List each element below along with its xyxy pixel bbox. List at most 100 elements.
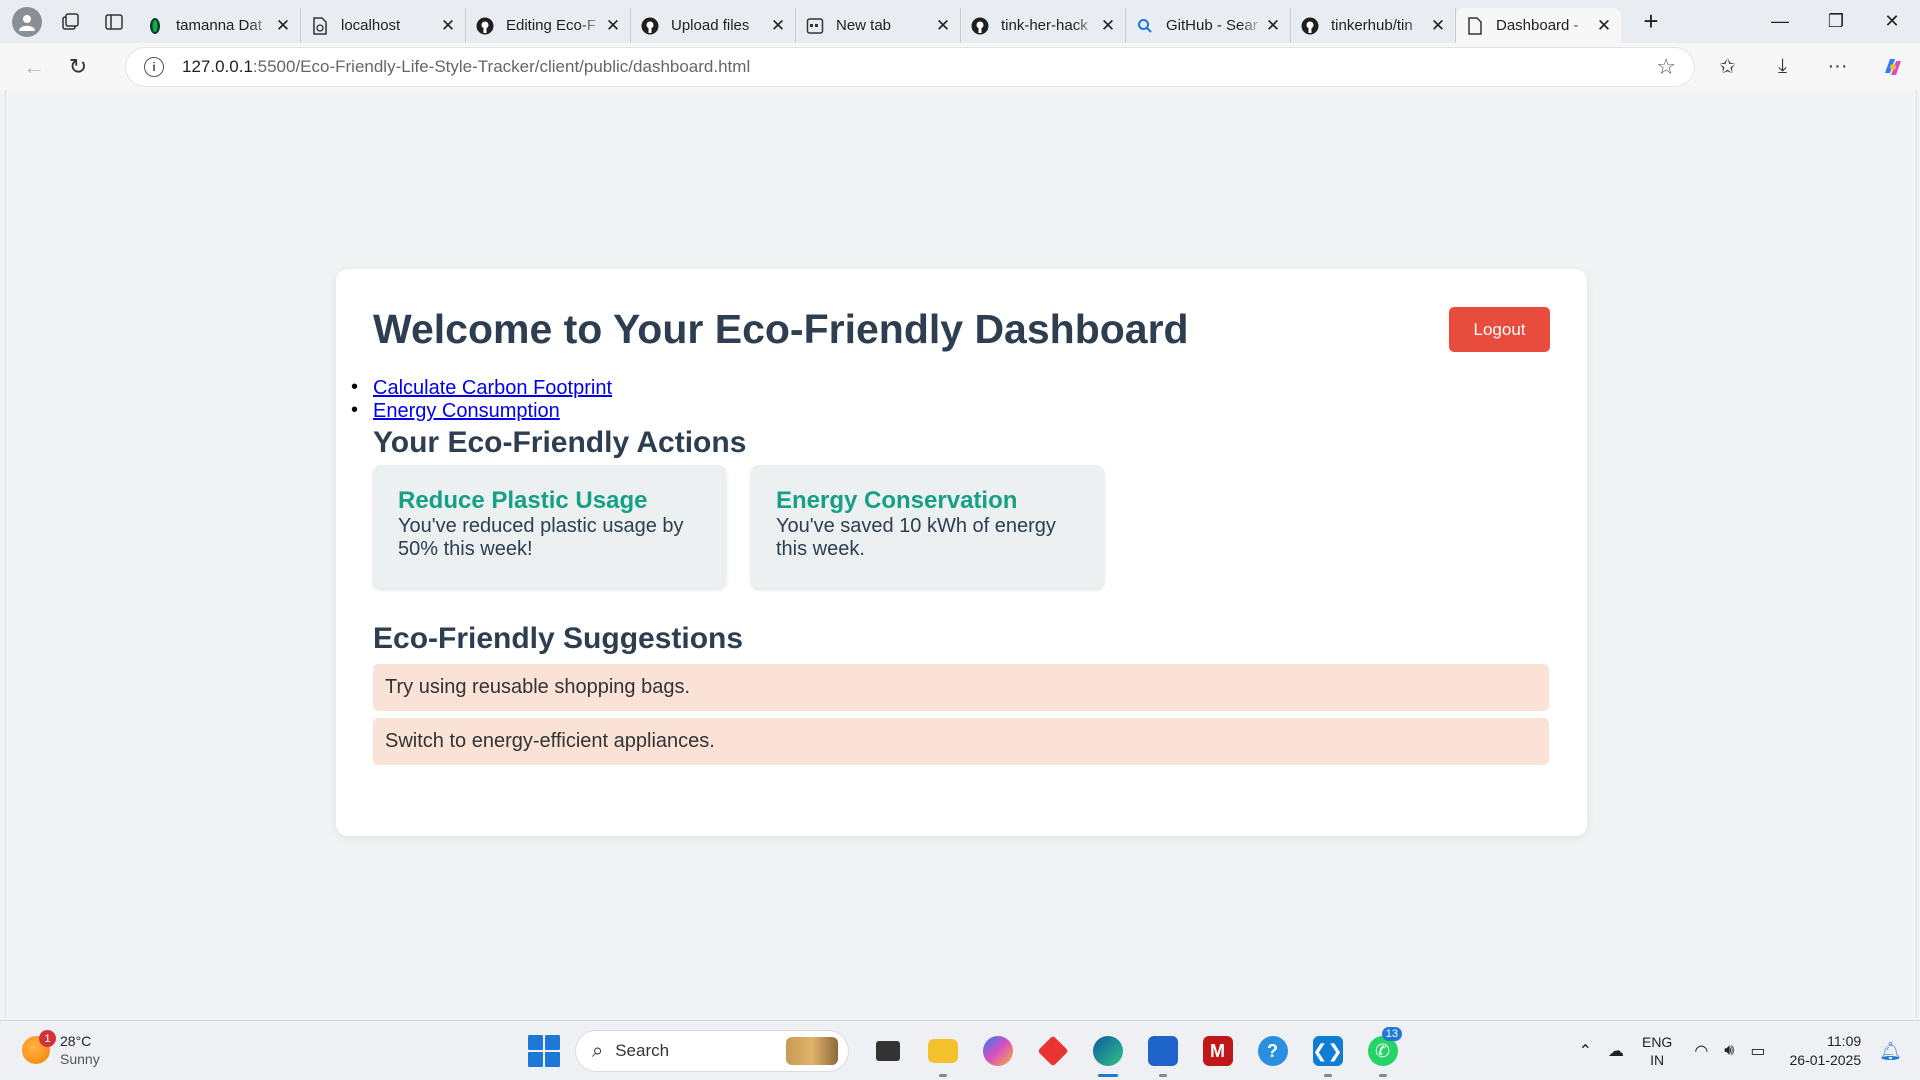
tab-localhost[interactable]: localhost ✕ (301, 8, 466, 43)
close-window-icon[interactable]: ✕ (1864, 0, 1920, 43)
tab-title: GitHub - Sear (1166, 17, 1258, 34)
tab-title: tinkerhub/tin (1331, 17, 1413, 34)
tab-title: Editing Eco-F (506, 17, 597, 34)
tab-title: localhost (341, 17, 401, 34)
toolbar-right: ✩ ⤓ ··· (1700, 43, 1920, 90)
task-view-icon[interactable] (860, 1031, 915, 1071)
browser-toolbar: ← ↻ i 127.0.0.1:5500/Eco-Friendly-Life-S… (0, 43, 1920, 90)
tab-tink-her-hack[interactable]: tink-her-hack ✕ (961, 8, 1126, 43)
favorite-star-icon[interactable]: ☆ (1656, 54, 1676, 80)
copilot-app-icon[interactable] (970, 1031, 1025, 1071)
energy-consumption-link[interactable]: Energy Consumption (373, 400, 560, 422)
microsoft-store-icon[interactable] (1135, 1031, 1190, 1077)
tab-title: New tab (836, 17, 892, 34)
wifi-icon[interactable]: ◠ (1694, 1041, 1708, 1061)
tab-upload[interactable]: Upload files ✕ (631, 8, 796, 43)
help-app-icon[interactable]: ? (1245, 1031, 1300, 1071)
file-explorer-icon[interactable] (915, 1031, 970, 1077)
suggestions-list: Try using reusable shopping bags. Switch… (373, 664, 1550, 765)
input-language[interactable]: ENG IN (1642, 1033, 1672, 1069)
page-icon (1466, 16, 1484, 35)
search-icon: ⌕ (592, 1039, 604, 1062)
system-tray: ⌃ ☁ ENG IN ◠ 🔊︎ ▭ 11:09 26-01-2025 🔔︎ (1571, 1021, 1920, 1080)
close-icon[interactable]: ✕ (769, 16, 787, 36)
list-item: Energy Consumption (351, 399, 1550, 423)
close-icon[interactable]: ✕ (1264, 16, 1282, 36)
vscode-icon[interactable]: ❮❯ (1300, 1031, 1355, 1077)
volume-icon[interactable]: 🔊︎ (1724, 1042, 1734, 1060)
windows-start-icon[interactable] (528, 1035, 560, 1067)
weather-widget[interactable]: 1 28°C Sunny (22, 1030, 100, 1068)
github-icon (1301, 17, 1319, 35)
actions-list: Reduce Plastic Usage You've reduced plas… (373, 465, 1550, 588)
notification-bell-icon[interactable]: 🔔︎ (1879, 1041, 1902, 1062)
weather-condition: Sunny (60, 1051, 100, 1067)
search-icon (1136, 17, 1154, 35)
tab-dashboard[interactable]: Dashboard - ✕ (1456, 8, 1621, 43)
action-title: Energy Conservation (776, 487, 1018, 514)
onedrive-status-icon[interactable]: ☁ (1608, 1041, 1624, 1061)
actions-heading: Your Eco-Friendly Actions (373, 426, 747, 459)
tab-title: Upload files (671, 17, 750, 34)
sun-icon: 1 (22, 1030, 56, 1064)
calculate-carbon-footprint-link[interactable]: Calculate Carbon Footprint (373, 377, 612, 399)
mcafee-icon[interactable]: M (1190, 1031, 1245, 1071)
weather-temp: 28°C (60, 1033, 92, 1049)
tab-tinkerhub[interactable]: tinkerhub/tin ✕ (1291, 8, 1456, 43)
restore-icon[interactable]: ❐ (1808, 0, 1864, 43)
clock[interactable]: 11:09 26-01-2025 (1790, 1032, 1862, 1070)
newtab-icon (806, 17, 824, 35)
tab-title: tamanna Dat (176, 17, 262, 34)
show-hidden-icons-icon[interactable]: ⌃ (1579, 1041, 1592, 1061)
back-icon[interactable]: ← (12, 49, 56, 85)
clock-time: 11:09 (1827, 1033, 1862, 1049)
action-text: You've reduced plastic usage by 50% this… (398, 515, 684, 560)
tab-editing[interactable]: Editing Eco-F ✕ (466, 8, 631, 43)
copilot-icon[interactable] (1865, 55, 1920, 79)
refresh-icon[interactable]: ↻ (56, 49, 100, 85)
more-menu-icon[interactable]: ··· (1810, 55, 1865, 78)
tab-title: Dashboard - (1496, 17, 1579, 34)
tab-actions-icon[interactable] (92, 0, 136, 43)
close-icon[interactable]: ✕ (934, 16, 952, 36)
page-viewport: Welcome to Your Eco-Friendly Dashboard L… (5, 90, 1917, 1018)
action-text: You've saved 10 kWh of energy this week. (776, 515, 1056, 560)
url-text[interactable]: 127.0.0.1:5500/Eco-Friendly-Life-Style-T… (182, 57, 750, 77)
new-tab-button[interactable]: + (1631, 6, 1671, 37)
pinned-apps: M ? ❮❯ ✆ 13 (860, 1027, 1410, 1077)
tab-newtab[interactable]: New tab ✕ (796, 8, 961, 43)
close-icon[interactable]: ✕ (1595, 16, 1613, 36)
close-icon[interactable]: ✕ (439, 16, 457, 36)
tab-mongodb[interactable]: tamanna Dat ✕ (136, 8, 301, 43)
mongodb-leaf-icon (146, 17, 164, 35)
workspaces-icon[interactable] (48, 0, 92, 43)
minimize-icon[interactable]: — (1752, 0, 1808, 43)
battery-icon[interactable]: ▭ (1750, 1041, 1765, 1061)
close-icon[interactable]: ✕ (274, 16, 292, 36)
browser-tab-strip: tamanna Dat ✕ localhost ✕ Editing Eco-F … (0, 0, 1920, 43)
logout-button[interactable]: Logout (1449, 307, 1550, 352)
window-controls: — ❐ ✕ (1752, 0, 1920, 43)
action-card: Energy Conservation You've saved 10 kWh … (751, 465, 1104, 588)
unread-badge: 13 (1381, 1027, 1402, 1041)
edge-browser-icon[interactable] (1080, 1031, 1135, 1077)
address-bar[interactable]: i 127.0.0.1:5500/Eco-Friendly-Life-Style… (126, 48, 1694, 86)
github-icon (641, 17, 659, 35)
whatsapp-icon[interactable]: ✆ 13 (1355, 1027, 1410, 1077)
tab-github-search[interactable]: GitHub - Sear ✕ (1126, 8, 1291, 43)
suggestion-item: Try using reusable shopping bags. (373, 664, 1549, 711)
github-icon (971, 17, 989, 35)
page-title: Welcome to Your Eco-Friendly Dashboard (373, 306, 1189, 352)
suggestion-item: Switch to energy-efficient appliances. (373, 718, 1549, 765)
profile-avatar-icon[interactable] (12, 6, 42, 37)
downloads-icon[interactable]: ⤓ (1755, 55, 1810, 78)
github-icon (476, 17, 494, 35)
close-icon[interactable]: ✕ (1429, 16, 1447, 36)
close-icon[interactable]: ✕ (604, 16, 622, 36)
taskbar-search[interactable]: ⌕ Search (576, 1031, 848, 1071)
favorites-icon[interactable]: ✩ (1700, 54, 1755, 79)
close-icon[interactable]: ✕ (1099, 16, 1117, 36)
clock-date: 26-01-2025 (1789, 1052, 1862, 1068)
app-diamond-icon[interactable] (1025, 1031, 1080, 1071)
site-info-icon[interactable]: i (144, 57, 164, 77)
